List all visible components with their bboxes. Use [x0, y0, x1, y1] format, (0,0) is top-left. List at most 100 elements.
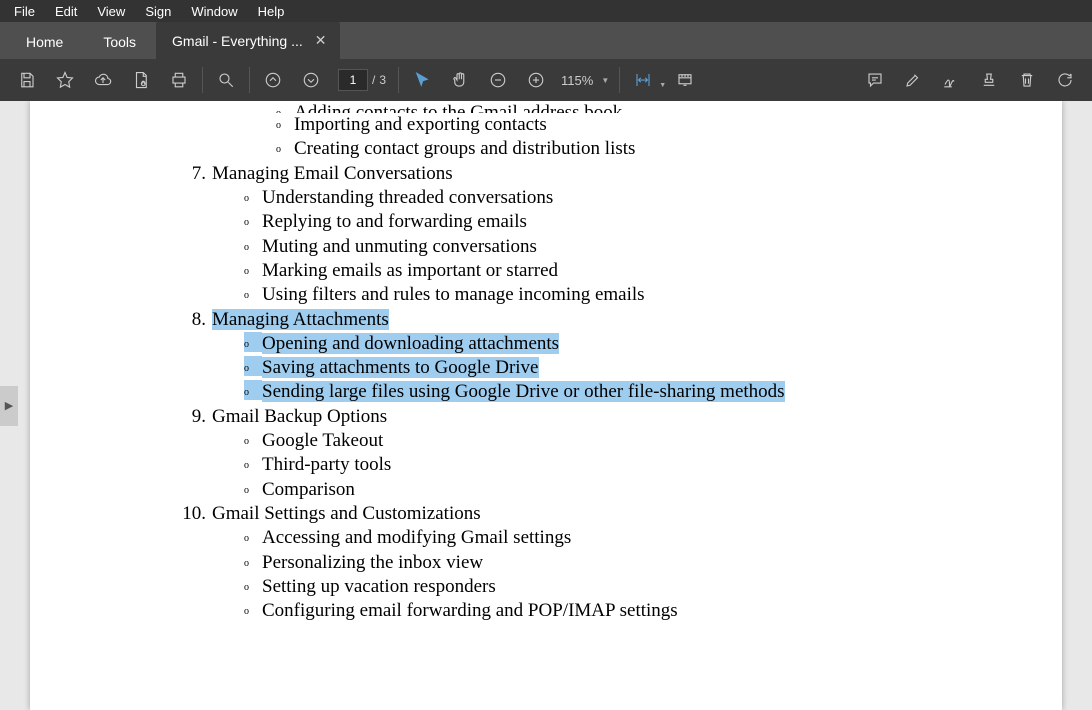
bullet-icon: o [244, 551, 262, 571]
cloud-upload-icon[interactable] [84, 59, 122, 101]
sign-icon[interactable] [932, 59, 970, 101]
selection-tool-icon[interactable] [403, 59, 441, 101]
tab-tools[interactable]: Tools [83, 25, 156, 59]
menu-view[interactable]: View [87, 2, 135, 21]
document-content[interactable]: oAdding contacts to the Gmail address bo… [30, 101, 1062, 624]
list-item: oReplying to and forwarding emails [244, 210, 912, 234]
bullet-icon: o [244, 526, 262, 546]
read-mode-icon[interactable] [666, 59, 704, 101]
bullet-icon: o [244, 478, 262, 498]
zoom-level-value: 115% [561, 73, 593, 88]
toolbar: / 3 115% ▼ ▼ [0, 59, 1092, 101]
zoom-out-icon[interactable] [479, 59, 517, 101]
side-panel-toggle-icon[interactable]: ▶ [0, 386, 18, 426]
tab-home[interactable]: Home [6, 25, 83, 59]
list-item-text: Accessing and modifying Gmail settings [262, 526, 912, 550]
page-indicator: / 3 [330, 69, 394, 91]
section-number: 7. [180, 162, 212, 186]
page-current-input[interactable] [338, 69, 368, 91]
page-down-icon[interactable] [292, 59, 330, 101]
menu-help[interactable]: Help [248, 2, 295, 21]
bullet-icon: o [244, 332, 262, 352]
chevron-down-icon: ▼ [597, 76, 609, 85]
tab-document-active[interactable]: Gmail - Everything ... ✕ [156, 22, 340, 59]
section-title: Managing Attachments [212, 309, 389, 330]
list-item-text: Using filters and rules to manage incomi… [262, 283, 912, 307]
star-icon[interactable] [46, 59, 84, 101]
page-lock-icon[interactable] [122, 59, 160, 101]
menu-window[interactable]: Window [181, 2, 247, 21]
page-separator: / [372, 73, 375, 87]
list-item-text: Setting up vacation responders [262, 575, 912, 599]
list-item-text: Saving attachments to Google Drive [262, 356, 912, 380]
list-item: oUnderstanding threaded conversations [244, 186, 912, 210]
list-item: oAccessing and modifying Gmail settings [244, 526, 912, 550]
highlight-icon[interactable] [894, 59, 932, 101]
list-item-text: Creating contact groups and distribution… [294, 137, 912, 161]
document-area[interactable]: ▶ oAdding contacts to the Gmail address … [0, 101, 1092, 710]
list-item: oCreating contact groups and distributio… [276, 137, 912, 161]
list-item: oAdding contacts to the Gmail address bo… [276, 101, 622, 113]
page-up-icon[interactable] [254, 59, 292, 101]
document-page: oAdding contacts to the Gmail address bo… [30, 101, 1062, 710]
menu-sign[interactable]: Sign [135, 2, 181, 21]
zoom-level-dropdown[interactable]: 115% ▼ [555, 73, 615, 88]
bullet-icon: o [244, 429, 262, 449]
refresh-icon[interactable] [1046, 59, 1084, 101]
section-title: Gmail Backup Options [212, 406, 387, 427]
zoom-in-icon[interactable] [517, 59, 555, 101]
list-item: oConfiguring email forwarding and POP/IM… [244, 599, 912, 623]
fit-width-icon[interactable] [624, 59, 662, 101]
list-item: oMarking emails as important or starred [244, 259, 912, 283]
section-title: Gmail Settings and Customizations [212, 503, 481, 524]
list-item-text: Replying to and forwarding emails [262, 210, 912, 234]
bullet-icon: o [244, 283, 262, 303]
list-item-text: Understanding threaded conversations [262, 186, 912, 210]
list-item-text: Comparison [262, 478, 912, 502]
list-item: oImporting and exporting contacts [276, 113, 912, 137]
list-item-text: Muting and unmuting conversations [262, 235, 912, 259]
bullet-icon: o [244, 380, 262, 400]
list-item-text: Personalizing the inbox view [262, 551, 912, 575]
bullet-icon: o [244, 599, 262, 619]
section-title: Managing Email Conversations [212, 163, 453, 184]
list-item: oMuting and unmuting conversations [244, 235, 912, 259]
page-total: 3 [379, 73, 386, 87]
list-item: oGoogle Takeout [244, 429, 912, 453]
stamp-icon[interactable] [970, 59, 1008, 101]
list-item: oUsing filters and rules to manage incom… [244, 283, 912, 307]
section-heading: 8.Managing Attachments [180, 308, 912, 332]
list-item: oOpening and downloading attachments [244, 332, 912, 356]
list-item: oThird-party tools [244, 453, 912, 477]
section-heading: 9.Gmail Backup Options [180, 405, 912, 429]
menu-edit[interactable]: Edit [45, 2, 87, 21]
bullet-icon: o [244, 356, 262, 376]
menu-file[interactable]: File [4, 2, 45, 21]
list-item: oSending large files using Google Drive … [244, 380, 912, 404]
tabbar: Home Tools Gmail - Everything ... ✕ [0, 22, 1092, 59]
list-item-text: Configuring email forwarding and POP/IMA… [262, 599, 912, 623]
list-item: oPersonalizing the inbox view [244, 551, 912, 575]
toolbar-separator [202, 67, 203, 93]
bullet-icon: o [276, 137, 294, 157]
hand-tool-icon[interactable] [441, 59, 479, 101]
list-item-text: Importing and exporting contacts [294, 113, 912, 137]
list-item-text: Google Takeout [262, 429, 912, 453]
bullet-icon: o [276, 101, 294, 113]
section-number: 10. [180, 502, 212, 526]
list-item: oSetting up vacation responders [244, 575, 912, 599]
section-heading: 10.Gmail Settings and Customizations [180, 502, 912, 526]
bullet-icon: o [244, 235, 262, 255]
list-item-text: Third-party tools [262, 453, 912, 477]
list-item-text: Marking emails as important or starred [262, 259, 912, 283]
bullet-icon: o [244, 259, 262, 279]
search-icon[interactable] [207, 59, 245, 101]
tab-close-icon[interactable]: ✕ [313, 32, 329, 49]
comment-icon[interactable] [856, 59, 894, 101]
save-icon[interactable] [8, 59, 46, 101]
print-icon[interactable] [160, 59, 198, 101]
delete-icon[interactable] [1008, 59, 1046, 101]
bullet-icon: o [244, 575, 262, 595]
list-item: oComparison [244, 478, 912, 502]
bullet-icon: o [244, 453, 262, 473]
